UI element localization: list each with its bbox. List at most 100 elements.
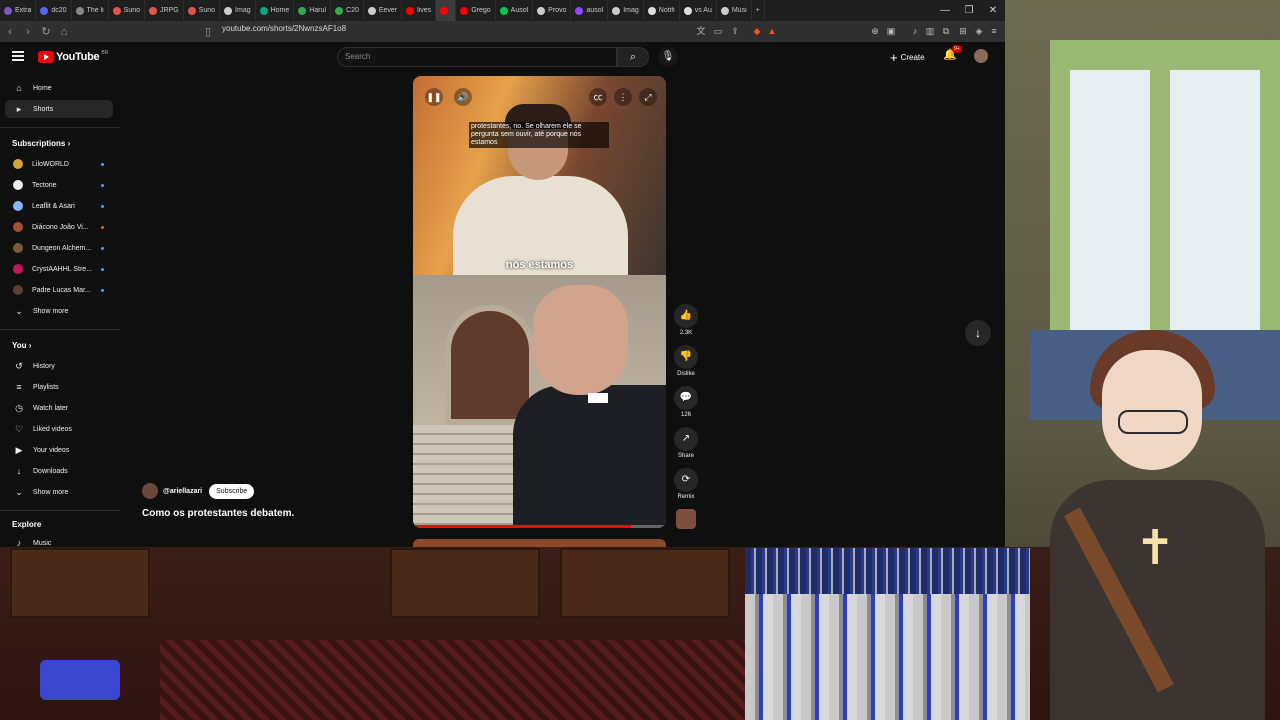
caption-top: protestantes, no. Se olharem ele se perg…: [469, 122, 609, 148]
tab-favicon-icon: [187, 6, 196, 15]
sidebar-item-home[interactable]: ⌂ Home: [5, 79, 113, 97]
remix-icon[interactable]: ⟳: [674, 468, 698, 492]
browser-tab[interactable]: JRPG: [145, 0, 184, 21]
browser-tab[interactable]: The li: [72, 0, 109, 21]
sidebar-subscription-item[interactable]: Tectone: [5, 176, 113, 194]
search-input[interactable]: Search: [337, 47, 617, 67]
menu-icon[interactable]: ≡: [989, 26, 999, 36]
extension-icon[interactable]: ⊕: [870, 26, 880, 36]
subscriptions-heading[interactable]: Subscriptions ›: [12, 139, 70, 148]
sidebar-item-playlists[interactable]: ≡ Playlists: [5, 378, 113, 396]
browser-tab[interactable]: lives: [402, 0, 437, 21]
next-video-icon[interactable]: ↓: [965, 320, 991, 346]
bookmark-icon[interactable]: ▯: [200, 24, 216, 40]
browser-tab[interactable]: Harul: [294, 0, 332, 21]
comments-icon[interactable]: 💬: [674, 386, 698, 410]
channel-name[interactable]: @ariellazari: [163, 488, 202, 495]
extension-icon[interactable]: ▣: [886, 26, 896, 36]
shorts-player[interactable]: protestantes, no. Se olharem ele se perg…: [413, 76, 666, 528]
pause-icon[interactable]: ❚❚: [425, 88, 443, 106]
sidebar-item-music[interactable]: ♪ Music: [5, 534, 113, 547]
dislike-icon[interactable]: 👎: [674, 345, 698, 369]
browser-tab[interactable]: Imag: [608, 0, 644, 21]
tab-favicon-icon: [335, 6, 344, 15]
browser-tab[interactable]: Grego: [456, 0, 496, 21]
browser-tab[interactable]: vs Au: [680, 0, 717, 21]
sidebar-item-icon: ↺: [15, 360, 23, 371]
translate-icon[interactable]: 文: [696, 26, 706, 36]
sidebar-item-downloads[interactable]: ↓ Downloads: [5, 462, 113, 480]
close-window-icon[interactable]: ✕: [981, 0, 1005, 21]
hamburger-menu-icon[interactable]: [12, 51, 24, 61]
browser-tab[interactable]: Extra: [0, 0, 37, 21]
browser-tab[interactable]: Músi: [717, 0, 752, 21]
volume-icon[interactable]: 🔊: [454, 88, 472, 106]
browser-tab[interactable]: Imag: [220, 0, 256, 21]
tab-label: JRPG: [160, 7, 179, 14]
browser-tab[interactable]: Notifi: [644, 0, 680, 21]
browser-tab[interactable]: [436, 0, 457, 21]
brave-shield-icon[interactable]: ◆: [752, 26, 762, 36]
sound-thumbnail[interactable]: [676, 509, 696, 529]
show-more-button[interactable]: ⌄ Show more: [5, 483, 113, 501]
sidebar-item-liked-videos[interactable]: ♡ Liked videos: [5, 420, 113, 438]
extensions-icon[interactable]: ⧉: [941, 26, 951, 36]
create-button[interactable]: + Create: [886, 49, 929, 65]
short-title[interactable]: Como os protestantes debatem.: [142, 508, 294, 519]
browser-tab[interactable]: C20: [331, 0, 364, 21]
music-icon: ♪: [16, 538, 22, 547]
show-more-button[interactable]: ⌄ Show more: [5, 302, 113, 320]
new-tab-icon[interactable]: +: [752, 0, 765, 21]
browser-tab[interactable]: Suno: [109, 0, 146, 21]
minimize-icon[interactable]: —: [933, 0, 957, 21]
forward-icon[interactable]: ›: [20, 24, 36, 40]
maximize-icon[interactable]: ❐: [957, 0, 981, 21]
browser-tab[interactable]: Home: [256, 0, 295, 21]
search-icon[interactable]: ⌕: [617, 47, 649, 67]
more-options-icon[interactable]: ⋮: [614, 88, 632, 106]
wallet-icon[interactable]: ⊞: [958, 26, 968, 36]
sidebar-subscription-item[interactable]: CrystAAHHL Stre...: [5, 260, 113, 278]
sidebar-item-shorts[interactable]: ▸ Shorts: [5, 100, 113, 118]
home-icon[interactable]: ⌂: [56, 24, 72, 40]
vpn-icon[interactable]: ◈: [974, 26, 984, 36]
captions-icon[interactable]: ㏄: [589, 88, 607, 106]
music-icon[interactable]: ♪: [910, 26, 920, 36]
channel-avatar: [13, 264, 23, 274]
brave-rewards-icon[interactable]: ▲: [767, 26, 777, 36]
subscribe-button[interactable]: Subscribe: [209, 483, 255, 499]
url-field[interactable]: youtube.com/shorts/2NwnzsAF1o8: [222, 24, 346, 33]
browser-tab[interactable]: Suno: [184, 0, 221, 21]
browser-tab[interactable]: Ausol: [496, 0, 534, 21]
like-icon[interactable]: 👍: [674, 304, 698, 328]
sidebar-item-label: Shorts: [33, 105, 54, 113]
browser-tab[interactable]: Eever: [364, 0, 403, 21]
fullscreen-icon[interactable]: ⤢: [639, 88, 657, 106]
browser-tab[interactable]: dc20: [36, 0, 72, 21]
sidebar-subscription-item[interactable]: Diácono João Vi...: [5, 218, 113, 236]
sidebar-subscription-item[interactable]: Dungeon Alchem...: [5, 239, 113, 257]
share-page-icon[interactable]: ⇪: [730, 26, 740, 36]
sidebar-item-your-videos[interactable]: ▶ Your videos: [5, 441, 113, 459]
next-short-preview[interactable]: [413, 539, 666, 547]
channel-avatar[interactable]: [142, 483, 158, 499]
sidebar-icon[interactable]: ▥: [925, 26, 935, 36]
browser-tab[interactable]: ausol: [571, 0, 609, 21]
account-avatar[interactable]: [974, 49, 988, 63]
microphone-icon[interactable]: 🎙: [658, 47, 678, 67]
cast-icon[interactable]: ▭: [713, 26, 723, 36]
scene-carpet: [160, 640, 760, 720]
you-heading[interactable]: You ›: [12, 341, 31, 350]
sidebar-subscription-item[interactable]: LiloWORLD: [5, 155, 113, 173]
sidebar-subscription-item[interactable]: Leaflit & Asari: [5, 197, 113, 215]
share-icon[interactable]: ↗: [674, 427, 698, 451]
reload-icon[interactable]: ↻: [38, 24, 54, 40]
sidebar-item-watch-later[interactable]: ◷ Watch later: [5, 399, 113, 417]
video-progress-bar[interactable]: [413, 525, 666, 528]
back-icon[interactable]: ‹: [2, 24, 18, 40]
sidebar-subscription-item[interactable]: Padre Lucas Mar...: [5, 281, 113, 299]
explore-heading[interactable]: Explore: [12, 520, 41, 529]
sidebar-item-history[interactable]: ↺ History: [5, 357, 113, 375]
browser-tab[interactable]: Provo: [533, 0, 572, 21]
youtube-logo[interactable]: YouTube BR: [38, 50, 108, 63]
